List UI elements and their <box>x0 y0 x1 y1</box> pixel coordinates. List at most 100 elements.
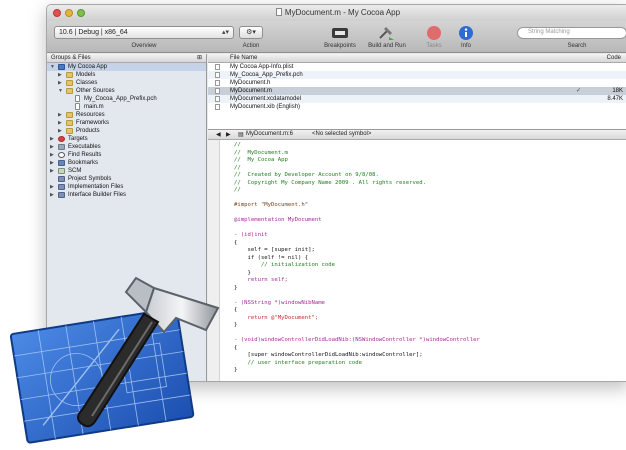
sidebar-header-label: Groups & Files <box>51 55 91 61</box>
build-and-run-label[interactable]: Build and Run <box>359 43 415 49</box>
disclosure-triangle-icon[interactable]: ▶ <box>50 167 54 175</box>
info-icon[interactable] <box>457 25 475 41</box>
sidebar-item-label: Products <box>76 128 100 134</box>
disclosure-triangle-icon[interactable]: ▶ <box>58 111 62 119</box>
sidebar-item-resources[interactable]: ▶ Resources <box>47 111 206 119</box>
folder-icon <box>66 128 73 134</box>
code-line: } <box>234 367 238 373</box>
disclosure-triangle-icon[interactable]: ▶ <box>50 183 54 191</box>
sidebar-item-label: Classes <box>76 80 98 86</box>
overview-popup[interactable]: 10.6 | Debug | x86_64 ▴▾ <box>54 26 234 39</box>
disclosure-triangle-icon[interactable]: ▶ <box>50 191 54 199</box>
sidebar-item-label: Resources <box>76 112 105 118</box>
sidebar-item-label: Other Sources <box>76 88 115 94</box>
project-icon <box>58 64 65 70</box>
disclosure-triangle-icon[interactable]: ▶ <box>58 127 62 135</box>
disclosure-triangle-icon[interactable]: ▶ <box>50 151 54 159</box>
folder-icon <box>66 80 73 86</box>
hammer-icon[interactable] <box>377 25 395 41</box>
sidebar-header-icon: ⊞ <box>196 55 202 61</box>
folder-icon <box>66 72 73 78</box>
file-row[interactable]: My Cocoa App-Info.plist <box>208 63 626 71</box>
disclosure-triangle-icon[interactable]: ▼ <box>50 63 55 71</box>
code-line: } <box>234 269 251 276</box>
search-field[interactable]: String Matching <box>517 27 626 39</box>
file-row[interactable]: My_Cocoa_App_Prefix.pch <box>208 71 626 79</box>
code-line: if (self != nil) { <box>234 254 309 261</box>
sidebar-item-label: SCM <box>68 168 82 174</box>
disclosure-triangle-icon[interactable]: ▶ <box>50 135 54 143</box>
action-button[interactable]: ⚙▾ <box>239 26 263 39</box>
back-arrow-icon[interactable]: ◀ <box>216 131 221 138</box>
disclosure-triangle-icon[interactable]: ▼ <box>58 87 63 95</box>
symbol-popup[interactable]: <No selected symbol> <box>312 131 371 137</box>
file-row[interactable]: MyDocument.h <box>208 79 626 87</box>
title-bar[interactable]: MyDocument.m - My Cocoa App <box>47 5 626 21</box>
scm-icon <box>58 168 65 174</box>
sidebar-item-other-sources[interactable]: ▼ Other Sources <box>47 87 206 95</box>
executable-icon <box>58 144 65 150</box>
file-row[interactable]: MyDocument.xcdatamodel 8.47K <box>208 95 626 103</box>
disclosure-triangle-icon[interactable]: ▶ <box>50 143 54 151</box>
file-list: File Name Code My Cocoa App-Info.plist M… <box>208 54 626 130</box>
sidebar-item-frameworks[interactable]: ▶ Frameworks <box>47 119 206 127</box>
sidebar-item-scm[interactable]: ▶ SCM <box>47 167 206 175</box>
disclosure-triangle-icon[interactable]: ▶ <box>50 159 54 167</box>
document-icon <box>275 8 282 16</box>
sidebar-item-targets[interactable]: ▶ Targets <box>47 135 206 143</box>
code-line: } <box>234 322 238 328</box>
target-icon <box>58 136 65 142</box>
sidebar-item-products[interactable]: ▶ Products <box>47 127 206 135</box>
file-list-header: File Name Code <box>208 54 626 63</box>
code-line: // <box>234 142 241 148</box>
sidebar-item-implementation-files[interactable]: ▶ Implementation Files <box>47 183 206 191</box>
code-editor[interactable]: //// MyDocument.m// My Cocoa App//// Cre… <box>220 140 626 381</box>
sidebar-item-executables[interactable]: ▶ Executables <box>47 143 206 151</box>
disclosure-triangle-icon[interactable]: ▶ <box>58 119 62 127</box>
breakpoints-label[interactable]: Breakpoints <box>315 43 365 49</box>
column-header-file-name[interactable]: File Name <box>230 55 257 61</box>
folder-icon <box>66 120 73 126</box>
sidebar-item-main-m[interactable]: main.m <box>47 103 206 111</box>
gear-icon: ⚙▾ <box>246 29 256 36</box>
file-row[interactable]: MyDocument.xib (English) <box>208 103 626 111</box>
code-line: // My Cocoa App <box>234 157 288 163</box>
file-popup-icon: ▤ <box>238 132 244 138</box>
sidebar-item-prefix-pch[interactable]: My_Cocoa_App_Prefix.pch <box>47 95 206 103</box>
code-line: #import "MyDocument.h" <box>234 202 309 208</box>
window-title-text: MyDocument.m - My Cocoa App <box>284 8 401 17</box>
file-name: MyDocument.m <box>230 88 273 94</box>
stop-tasks-icon[interactable] <box>425 25 443 41</box>
sidebar-item-project[interactable]: ▼ My Cocoa App <box>47 63 206 71</box>
code-line: // user interface preparation code <box>234 359 362 366</box>
breakpoints-icon[interactable] <box>331 25 349 41</box>
code-line: return @"MyDocument"; <box>234 314 319 321</box>
sidebar-item-find-results[interactable]: ▶ Find Results <box>47 151 206 159</box>
sidebar-item-interface-builder-files[interactable]: ▶ Interface Builder Files <box>47 191 206 199</box>
sidebar-item-label: Implementation Files <box>68 184 124 190</box>
sidebar-item-classes[interactable]: ▶ Classes <box>47 79 206 87</box>
code-line: { <box>234 344 238 351</box>
editor-navigation-bar: ◀ ▶ ▤ MyDocument.m:6 <No selected symbol… <box>208 130 626 140</box>
file-popup[interactable]: MyDocument.m:6 <box>246 131 293 137</box>
sidebar-item-bookmarks[interactable]: ▶ Bookmarks <box>47 159 206 167</box>
code-line: { <box>234 239 238 246</box>
sidebar-item-project-symbols[interactable]: Project Symbols <box>47 175 206 183</box>
file-icon <box>75 95 80 102</box>
screenshot-stage: MyDocument.m - My Cocoa App 10.6 | Debug… <box>0 0 626 450</box>
sidebar-item-label: Models <box>76 72 96 78</box>
overview-popup-value: 10.6 | Debug | x86_64 <box>59 29 128 36</box>
forward-arrow-icon[interactable]: ▶ <box>226 131 231 138</box>
disclosure-triangle-icon[interactable]: ▶ <box>58 71 62 79</box>
file-row-selected[interactable]: MyDocument.m ✓ 18K <box>208 87 626 95</box>
tasks-label[interactable]: Tasks <box>419 43 449 49</box>
column-header-code[interactable]: Code <box>607 55 621 61</box>
sidebar-item-label: Find Results <box>68 152 102 158</box>
search-placeholder: String Matching <box>528 29 570 35</box>
bookmark-icon <box>58 160 65 166</box>
sidebar-item-models[interactable]: ▶ Models <box>47 71 206 79</box>
info-label[interactable]: Info <box>451 43 481 49</box>
code-line: // initialization code <box>234 262 336 268</box>
disclosure-triangle-icon[interactable]: ▶ <box>58 79 62 87</box>
